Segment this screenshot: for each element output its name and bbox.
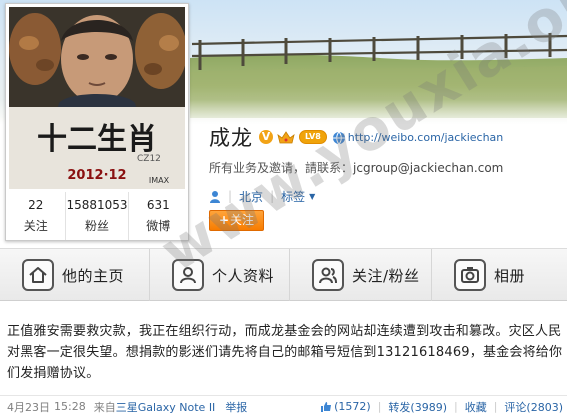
stat-label: 关注: [23, 219, 48, 233]
stats-bar: 22 关注 15881053 粉丝 631 微博: [6, 192, 188, 240]
tab-label: 相册: [494, 266, 526, 285]
poster-title: 十二生肖: [37, 122, 157, 157]
location-link[interactable]: 北京: [239, 188, 263, 205]
tab-label: 关注/粉丝: [352, 266, 420, 285]
tags-link[interactable]: 标签: [281, 188, 305, 205]
tab-album[interactable]: 相册: [432, 249, 567, 301]
post-time[interactable]: 15:28: [54, 400, 86, 413]
follow-button[interactable]: +关注: [209, 210, 264, 231]
tab-follow-fans[interactable]: 关注/粉丝: [290, 249, 432, 301]
poster-brand: IMAX: [149, 176, 170, 185]
crown-icon[interactable]: [277, 130, 295, 144]
repost-link[interactable]: 转发(3989): [388, 399, 447, 415]
name-row: 成龙 V LV8 http://weibo.com/jackiechan: [209, 124, 564, 150]
link-icon: [332, 130, 346, 145]
contact-prefix: 所有业务及邀请，請联系：: [209, 161, 354, 175]
profile-name: 成龙: [209, 126, 253, 150]
camera-icon: [454, 259, 486, 291]
avatar-card: 十二生肖 CZ12 2012·12 IMAX 22 关注 15881053 粉丝…: [5, 3, 189, 241]
post-footer: 4月23日 15:28 来自 三星Galaxy Note II 举报 (1572)…: [0, 395, 567, 417]
stat-following[interactable]: 22 关注: [6, 192, 67, 240]
favorite-link[interactable]: 收藏: [465, 399, 487, 415]
thumbs-up-icon[interactable]: [320, 401, 332, 412]
profile-url-link[interactable]: http://weibo.com/jackiechan: [348, 131, 504, 144]
poster-date: 2012·12: [67, 168, 126, 183]
verified-icon[interactable]: V: [259, 130, 273, 144]
stat-value: 631: [146, 198, 170, 212]
home-icon: [22, 259, 54, 291]
like-count[interactable]: (1572): [334, 400, 371, 413]
comment-link[interactable]: 评论(2803): [504, 399, 563, 415]
tab-label: 他的主页: [62, 266, 125, 285]
contact-email: jcgroup@jackiechan.com: [353, 161, 504, 175]
post-actions: (1572) | 转发(3989) | 收藏 | 评论(2803): [320, 399, 567, 415]
stat-value: 15881053: [66, 198, 128, 212]
plus-icon: +: [218, 213, 230, 227]
poster-subtitle: CZ12: [137, 154, 161, 164]
stat-value: 22: [28, 198, 44, 212]
post-date[interactable]: 4月23日: [7, 399, 50, 415]
source-prefix: 来自: [93, 400, 116, 414]
tab-label: 个人资料: [212, 266, 275, 285]
profile-tabs: 他的主页 个人资料 关注/粉丝 相册: [0, 248, 567, 301]
profile-info: 成龙 V LV8 http://weibo.com/jackiechan 所有业…: [209, 124, 564, 244]
follow-label: 关注: [230, 213, 255, 227]
contact-info: 所有业务及邀请，請联系：jcgroup@jackiechan.com: [209, 160, 564, 176]
tab-profile[interactable]: 个人资料: [150, 249, 290, 301]
stat-posts[interactable]: 631 微博: [129, 192, 188, 240]
weibo-post: 正值雅安需要救灾款，我正在组织行动，而成龙基金会的网站却连续遭到攻击和篡改。灾区…: [7, 321, 563, 384]
stat-followers[interactable]: 15881053 粉丝: [66, 192, 129, 240]
stat-label: 微博: [146, 219, 171, 233]
follow-fans-icon: [312, 259, 344, 291]
level-badge[interactable]: LV8: [299, 130, 327, 144]
profile-icon: [172, 259, 204, 291]
stat-label: 粉丝: [85, 219, 110, 233]
chevron-down-icon[interactable]: ▼: [309, 192, 315, 201]
report-link[interactable]: 举报: [225, 399, 247, 415]
avatar[interactable]: 十二生肖 CZ12 2012·12 IMAX: [9, 7, 185, 189]
meta-row: | 北京 | 标签 ▼: [209, 188, 564, 204]
post-text: 正值雅安需要救灾款，我正在组织行动，而成龙基金会的网站却连续遭到攻击和篡改。灾区…: [7, 324, 563, 381]
source-device-link[interactable]: 三星Galaxy Note II: [116, 399, 216, 415]
male-icon: [209, 190, 221, 203]
tab-home[interactable]: 他的主页: [0, 249, 150, 301]
